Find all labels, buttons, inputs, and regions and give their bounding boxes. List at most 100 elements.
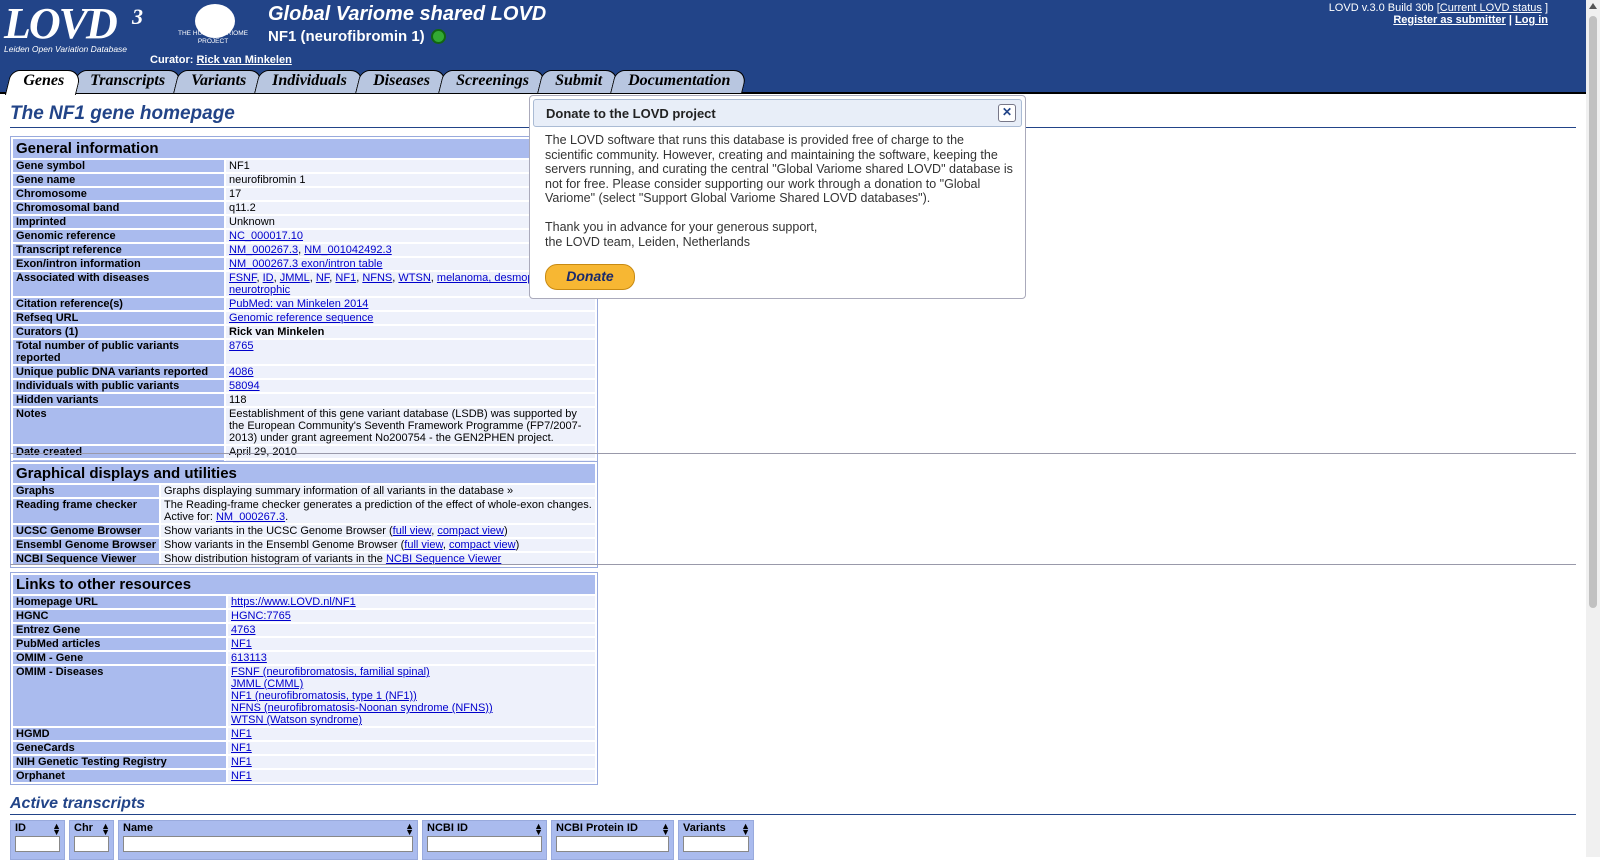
filter-input[interactable] [683,836,749,852]
dialog-titlebar[interactable]: Donate to the LOVD project ✕ [533,99,1022,127]
row-label-transcript-reference: Transcript reference [13,244,224,256]
link-total-number-of-public-variants-reported[interactable]: 8765 [229,340,253,352]
column-header-ncbi-id[interactable]: NCBI ID ▲ ▼ [422,820,547,860]
link-unique-public-dna-variants-reported[interactable]: 4086 [229,366,253,378]
link-transcript-reference[interactable]: NM_001042492.3 [304,244,391,256]
column-header-name[interactable]: Name ▲ ▼ [118,820,418,860]
filter-input[interactable] [556,836,669,852]
table-row: Associated with diseases FSNF, ID, JMML, … [13,272,595,296]
tab-transcripts[interactable]: Transcripts [72,70,183,93]
tab-documentation[interactable]: Documentation [609,70,748,93]
row-value: Eestablishment of this gene variant data… [226,408,595,444]
tab-individuals[interactable]: Individuals [254,70,365,93]
sort-icon[interactable]: ▲ ▼ [405,822,414,837]
link-hgnc[interactable]: HGNC:7765 [231,610,291,622]
tab-diseases[interactable]: Diseases [354,70,448,93]
row-value: NF1 [228,756,595,768]
tab-screenings[interactable]: Screenings [437,70,547,93]
lovd-status-link[interactable]: Current LOVD status [1440,2,1542,14]
tab-genes[interactable]: Genes [4,70,83,95]
vertical-scrollbar[interactable] [1586,0,1600,857]
link-omim-diseases[interactable]: NFNS (neurofibromatosis-Noonan syndrome … [231,702,493,714]
link-exon-intron-information[interactable]: NM_000267.3 exon/intron table [229,258,383,270]
row-value: FSNF (neurofibromatosis, familial spinal… [228,666,595,726]
link-pubmed-articles[interactable]: NF1 [231,638,252,650]
close-icon[interactable]: ✕ [998,104,1016,122]
column-label: Name [123,822,153,834]
column-header-ncbi-protein-id[interactable]: NCBI Protein ID ▲ ▼ [551,820,674,860]
login-link[interactable]: Log in [1515,14,1548,26]
donate-button[interactable]: Donate [545,264,635,290]
row-label-orphanet: Orphanet [13,770,226,782]
link-omim-diseases[interactable]: FSNF (neurofibromatosis, familial spinal… [231,666,430,678]
row-label-gene-name: Gene name [13,174,224,186]
link-transcript-reference[interactable]: NM_000267.3 [229,244,298,256]
ensembl-full-view-link[interactable]: full view [404,539,443,551]
link-omim-diseases[interactable]: WTSN (Watson syndrome) [231,714,362,726]
link-entrez-gene[interactable]: 4763 [231,624,255,636]
curator-link[interactable]: Rick van Minkelen [196,54,291,66]
link-associated-with-diseases[interactable]: melanoma, desmoplastic neurotrophic [229,272,559,296]
link-hgmd[interactable]: NF1 [231,728,252,740]
tab-variants[interactable]: Variants [173,70,264,93]
hvp-logo[interactable]: THE HUMAN VARIOME PROJECT [170,4,256,50]
top-right-info: LOVD v.3.0 Build 30b [Current LOVD statu… [1329,2,1548,26]
table-row: Individuals with public variants 58094 [13,380,595,392]
link-genomic-reference[interactable]: NC_000017.10 [229,230,303,242]
sort-icon[interactable]: ▲ ▼ [741,822,750,837]
table-row: UCSC Genome Browser Show variants in the… [13,525,595,537]
link-associated-with-diseases[interactable]: NFNS [362,272,392,284]
column-header-variants[interactable]: Variants ▲ ▼ [678,820,754,860]
row-value: PubMed: van Minkelen 2014 [226,298,595,310]
column-label: NCBI ID [427,822,468,834]
link-homepage-url[interactable]: https://www.LOVD.nl/NF1 [231,596,356,608]
sort-icon[interactable]: ▲ ▼ [101,822,110,837]
row-label-chromosome: Chromosome [13,188,224,200]
tab-submit[interactable]: Submit [536,70,620,93]
filter-input[interactable] [123,836,413,852]
filter-input[interactable] [74,836,109,852]
column-label: NCBI Protein ID [556,822,638,834]
separator: | [1508,14,1512,26]
link-refseq-url[interactable]: Genomic reference sequence [229,312,373,324]
scrollbar-thumb[interactable] [1589,16,1597,608]
scroll-up-arrow-icon[interactable] [1589,3,1597,9]
link-associated-with-diseases[interactable]: FSNF [229,272,257,284]
filter-input[interactable] [427,836,542,852]
link-omim-diseases[interactable]: NF1 (neurofibromatosis, type 1 (NF1)) [231,690,417,702]
column-header-id[interactable]: ID ▲ ▼ [10,820,65,860]
link-associated-with-diseases[interactable]: ID [263,272,274,284]
ucsc-text: Show variants in the UCSC Genome Browser… [164,525,393,537]
sort-icon[interactable]: ▲ ▼ [661,822,670,837]
tab-label: Transcripts [90,72,165,89]
register-link[interactable]: Register as submitter [1393,14,1505,26]
rf-transcript-link[interactable]: NM_000267.3 [216,511,285,523]
link-omim-gene[interactable]: 613113 [231,652,267,664]
row-label-genecards: GeneCards [13,742,226,754]
link-nih-genetic-testing-registry[interactable]: NF1 [231,756,252,768]
link-associated-with-diseases[interactable]: WTSN [398,272,430,284]
link-associated-with-diseases[interactable]: NF1 [335,272,356,284]
lovd-logo[interactable]: LOVD 3 Leiden Open Variation Database [4,2,143,55]
link-genecards[interactable]: NF1 [231,742,252,754]
table-row: Curators (1) Rick van Minkelen [13,326,595,338]
graphs-link[interactable]: Graphs displaying summary information of… [161,485,595,497]
ucsc-full-view-link[interactable]: full view [393,525,432,537]
link-omim-diseases[interactable]: JMML (CMML) [231,678,303,690]
sort-icon[interactable]: ▲ ▼ [534,822,543,837]
link-individuals-with-public-variants[interactable]: 58094 [229,380,260,392]
filter-input[interactable] [15,836,60,852]
link-associated-with-diseases[interactable]: JMML [280,272,310,284]
divider [10,564,1576,565]
column-header-chr[interactable]: Chr ▲ ▼ [69,820,114,860]
ucsc-compact-view-link[interactable]: compact view [437,525,504,537]
link-orphanet[interactable]: NF1 [231,770,252,782]
sort-icon[interactable]: ▲ ▼ [52,822,61,837]
refresh-icon[interactable] [430,29,446,44]
link-associated-with-diseases[interactable]: NF [316,272,329,284]
ensembl-compact-view-link[interactable]: compact view [449,539,516,551]
row-label: Graphs [13,485,159,497]
row-label-genomic-reference: Genomic reference [13,230,224,242]
curator-label: Curator: [150,54,194,66]
link-citation-reference-s[interactable]: PubMed: van Minkelen 2014 [229,298,368,310]
